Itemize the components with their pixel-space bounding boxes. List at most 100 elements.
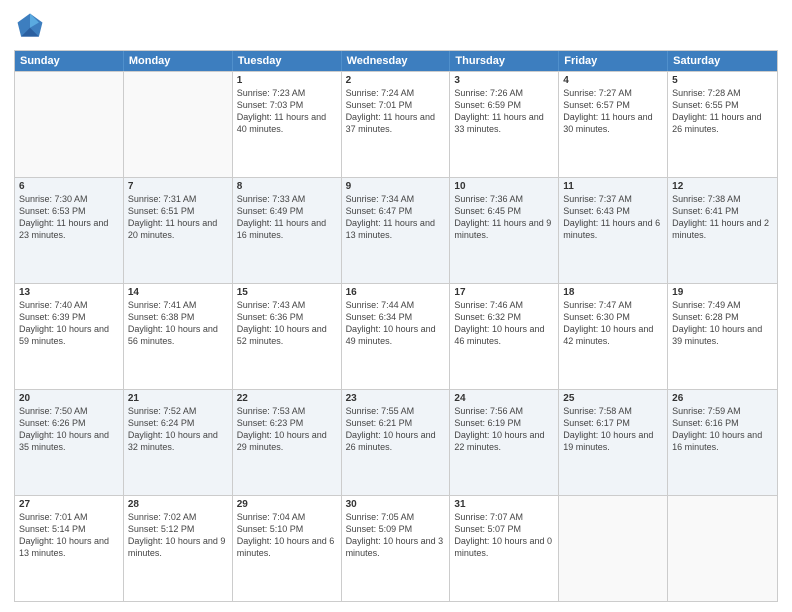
day-number: 24 [454, 393, 554, 404]
sunset-line: Sunset: 6:34 PM [346, 311, 446, 323]
day-cell-28: 28Sunrise: 7:02 AMSunset: 5:12 PMDayligh… [124, 496, 233, 601]
day-cell-31: 31Sunrise: 7:07 AMSunset: 5:07 PMDayligh… [450, 496, 559, 601]
sunset-line: Sunset: 6:53 PM [19, 205, 119, 217]
header-day-thursday: Thursday [450, 51, 559, 71]
daylight-line: Daylight: 10 hours and 16 minutes. [672, 429, 773, 453]
day-number: 31 [454, 499, 554, 510]
header-day-monday: Monday [124, 51, 233, 71]
day-cell-1: 1Sunrise: 7:23 AMSunset: 7:03 PMDaylight… [233, 72, 342, 177]
sunset-line: Sunset: 6:16 PM [672, 417, 773, 429]
day-number: 4 [563, 75, 663, 86]
daylight-line: Daylight: 10 hours and 52 minutes. [237, 323, 337, 347]
day-cell-8: 8Sunrise: 7:33 AMSunset: 6:49 PMDaylight… [233, 178, 342, 283]
day-number: 18 [563, 287, 663, 298]
day-cell-19: 19Sunrise: 7:49 AMSunset: 6:28 PMDayligh… [668, 284, 777, 389]
sunrise-line: Sunrise: 7:04 AM [237, 511, 337, 523]
empty-cell [15, 72, 124, 177]
daylight-line: Daylight: 11 hours and 23 minutes. [19, 217, 119, 241]
day-number: 29 [237, 499, 337, 510]
day-number: 16 [346, 287, 446, 298]
daylight-line: Daylight: 10 hours and 49 minutes. [346, 323, 446, 347]
sunrise-line: Sunrise: 7:28 AM [672, 87, 773, 99]
day-number: 13 [19, 287, 119, 298]
week-row-1: 1Sunrise: 7:23 AMSunset: 7:03 PMDaylight… [15, 71, 777, 177]
sunset-line: Sunset: 6:43 PM [563, 205, 663, 217]
day-number: 28 [128, 499, 228, 510]
empty-cell [559, 496, 668, 601]
empty-cell [124, 72, 233, 177]
daylight-line: Daylight: 10 hours and 39 minutes. [672, 323, 773, 347]
sunset-line: Sunset: 6:51 PM [128, 205, 228, 217]
day-number: 12 [672, 181, 773, 192]
day-cell-18: 18Sunrise: 7:47 AMSunset: 6:30 PMDayligh… [559, 284, 668, 389]
day-number: 23 [346, 393, 446, 404]
day-number: 27 [19, 499, 119, 510]
header-day-saturday: Saturday [668, 51, 777, 71]
day-cell-9: 9Sunrise: 7:34 AMSunset: 6:47 PMDaylight… [342, 178, 451, 283]
sunset-line: Sunset: 6:21 PM [346, 417, 446, 429]
day-number: 19 [672, 287, 773, 298]
day-number: 26 [672, 393, 773, 404]
day-number: 5 [672, 75, 773, 86]
daylight-line: Daylight: 11 hours and 26 minutes. [672, 111, 773, 135]
day-cell-27: 27Sunrise: 7:01 AMSunset: 5:14 PMDayligh… [15, 496, 124, 601]
sunrise-line: Sunrise: 7:58 AM [563, 405, 663, 417]
sunset-line: Sunset: 5:07 PM [454, 523, 554, 535]
day-number: 3 [454, 75, 554, 86]
daylight-line: Daylight: 10 hours and 22 minutes. [454, 429, 554, 453]
daylight-line: Daylight: 11 hours and 20 minutes. [128, 217, 228, 241]
day-cell-12: 12Sunrise: 7:38 AMSunset: 6:41 PMDayligh… [668, 178, 777, 283]
day-cell-21: 21Sunrise: 7:52 AMSunset: 6:24 PMDayligh… [124, 390, 233, 495]
day-cell-3: 3Sunrise: 7:26 AMSunset: 6:59 PMDaylight… [450, 72, 559, 177]
week-row-5: 27Sunrise: 7:01 AMSunset: 5:14 PMDayligh… [15, 495, 777, 601]
sunrise-line: Sunrise: 7:30 AM [19, 193, 119, 205]
sunrise-line: Sunrise: 7:49 AM [672, 299, 773, 311]
sunset-line: Sunset: 6:23 PM [237, 417, 337, 429]
calendar-header: SundayMondayTuesdayWednesdayThursdayFrid… [15, 51, 777, 71]
day-number: 11 [563, 181, 663, 192]
sunrise-line: Sunrise: 7:02 AM [128, 511, 228, 523]
day-number: 22 [237, 393, 337, 404]
sunset-line: Sunset: 7:03 PM [237, 99, 337, 111]
week-row-2: 6Sunrise: 7:30 AMSunset: 6:53 PMDaylight… [15, 177, 777, 283]
day-number: 15 [237, 287, 337, 298]
day-cell-6: 6Sunrise: 7:30 AMSunset: 6:53 PMDaylight… [15, 178, 124, 283]
sunrise-line: Sunrise: 7:40 AM [19, 299, 119, 311]
sunrise-line: Sunrise: 7:50 AM [19, 405, 119, 417]
page: SundayMondayTuesdayWednesdayThursdayFrid… [0, 0, 792, 612]
sunset-line: Sunset: 6:30 PM [563, 311, 663, 323]
sunset-line: Sunset: 6:24 PM [128, 417, 228, 429]
day-number: 14 [128, 287, 228, 298]
sunset-line: Sunset: 6:55 PM [672, 99, 773, 111]
day-number: 10 [454, 181, 554, 192]
day-cell-2: 2Sunrise: 7:24 AMSunset: 7:01 PMDaylight… [342, 72, 451, 177]
day-cell-14: 14Sunrise: 7:41 AMSunset: 6:38 PMDayligh… [124, 284, 233, 389]
day-number: 17 [454, 287, 554, 298]
header-day-wednesday: Wednesday [342, 51, 451, 71]
sunset-line: Sunset: 6:38 PM [128, 311, 228, 323]
sunrise-line: Sunrise: 7:07 AM [454, 511, 554, 523]
sunset-line: Sunset: 5:10 PM [237, 523, 337, 535]
sunset-line: Sunset: 5:09 PM [346, 523, 446, 535]
day-cell-17: 17Sunrise: 7:46 AMSunset: 6:32 PMDayligh… [450, 284, 559, 389]
day-cell-24: 24Sunrise: 7:56 AMSunset: 6:19 PMDayligh… [450, 390, 559, 495]
header [14, 10, 778, 42]
day-cell-15: 15Sunrise: 7:43 AMSunset: 6:36 PMDayligh… [233, 284, 342, 389]
daylight-line: Daylight: 11 hours and 2 minutes. [672, 217, 773, 241]
daylight-line: Daylight: 11 hours and 30 minutes. [563, 111, 663, 135]
day-cell-23: 23Sunrise: 7:55 AMSunset: 6:21 PMDayligh… [342, 390, 451, 495]
header-day-sunday: Sunday [15, 51, 124, 71]
sunset-line: Sunset: 6:49 PM [237, 205, 337, 217]
daylight-line: Daylight: 11 hours and 16 minutes. [237, 217, 337, 241]
sunrise-line: Sunrise: 7:59 AM [672, 405, 773, 417]
sunrise-line: Sunrise: 7:37 AM [563, 193, 663, 205]
day-number: 7 [128, 181, 228, 192]
daylight-line: Daylight: 10 hours and 6 minutes. [237, 535, 337, 559]
day-number: 8 [237, 181, 337, 192]
day-number: 20 [19, 393, 119, 404]
header-day-friday: Friday [559, 51, 668, 71]
daylight-line: Daylight: 11 hours and 37 minutes. [346, 111, 446, 135]
daylight-line: Daylight: 10 hours and 9 minutes. [128, 535, 228, 559]
sunrise-line: Sunrise: 7:31 AM [128, 193, 228, 205]
sunset-line: Sunset: 6:17 PM [563, 417, 663, 429]
